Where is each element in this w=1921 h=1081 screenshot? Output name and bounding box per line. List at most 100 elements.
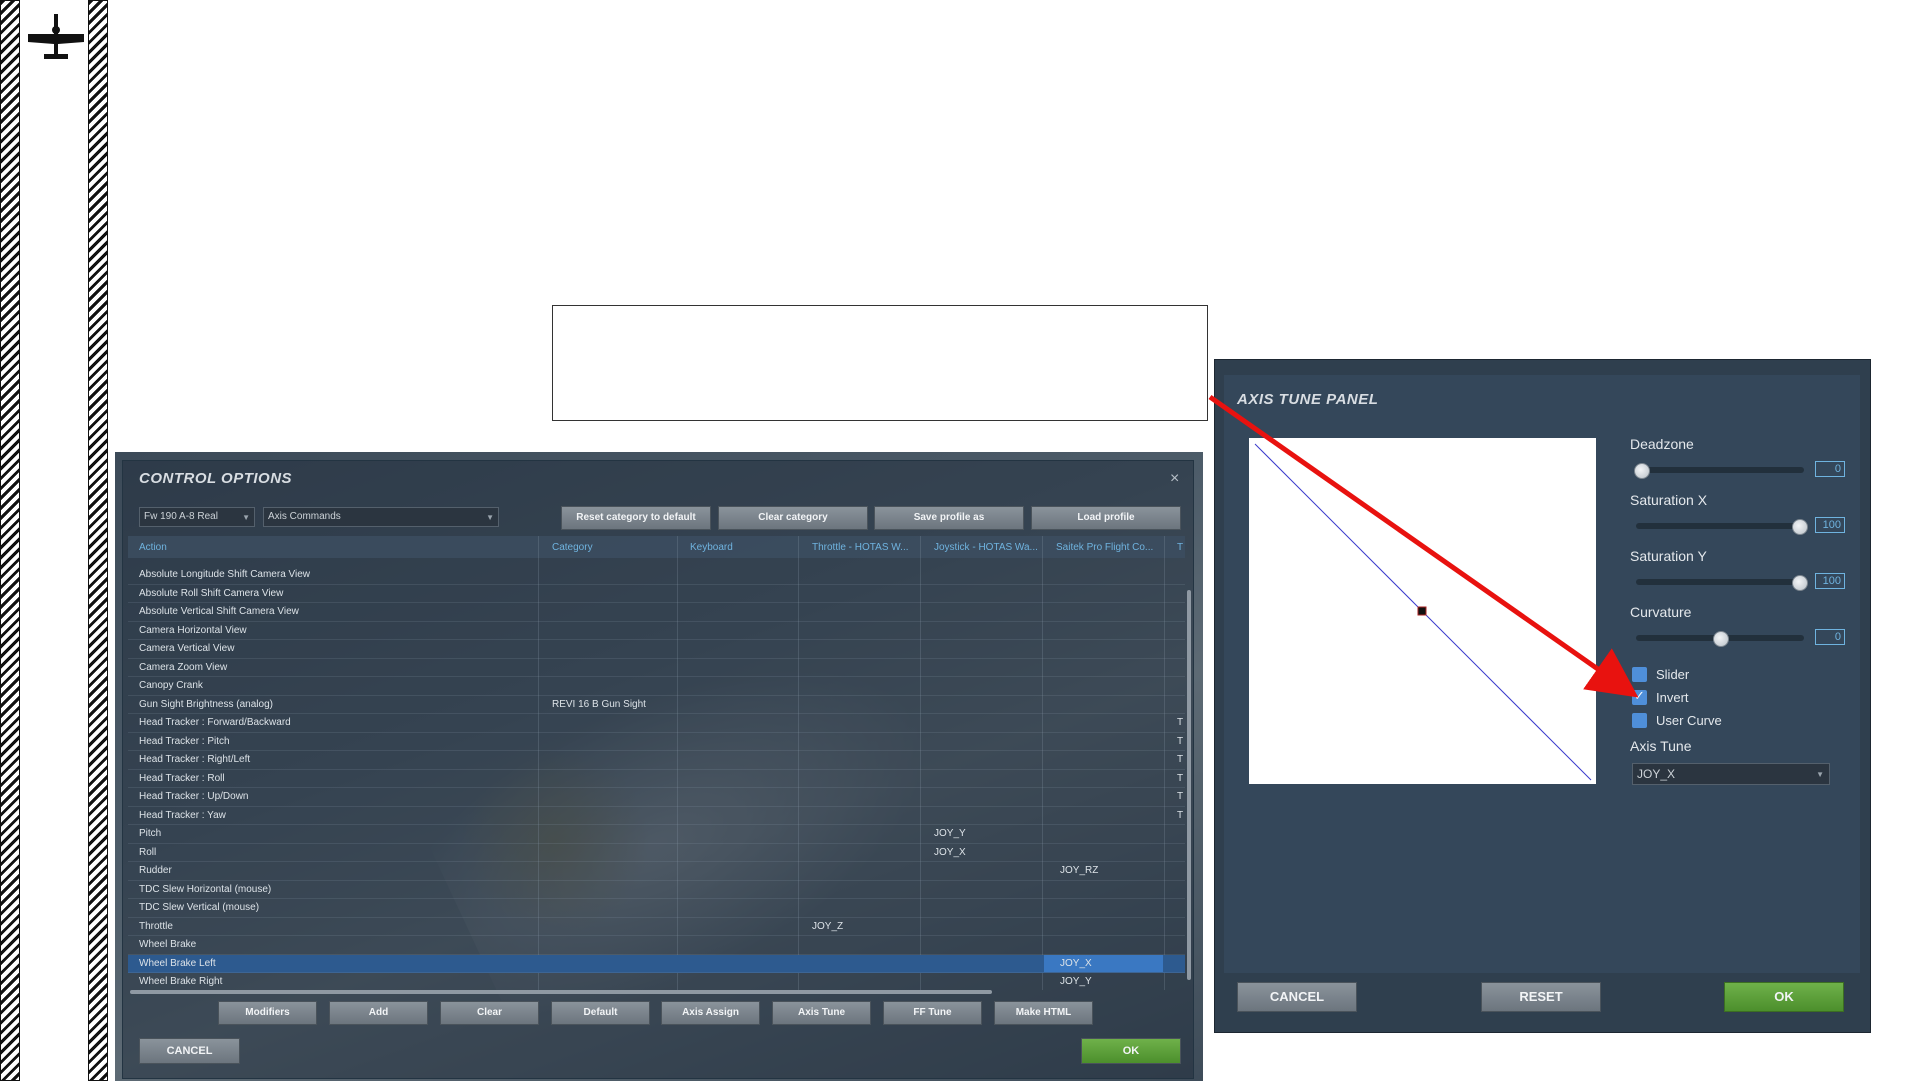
- invert-checkbox[interactable]: [1632, 688, 1647, 705]
- cell-action[interactable]: Head Tracker : Yaw: [139, 810, 226, 821]
- horizontal-scrollbar[interactable]: [130, 990, 992, 994]
- table-row[interactable]: Canopy Crank: [128, 677, 1185, 696]
- cell-saitek[interactable]: JOY_X: [1060, 958, 1092, 969]
- column-header[interactable]: Throttle - HOTAS W...: [812, 542, 909, 553]
- cell-action[interactable]: Absolute Vertical Shift Camera View: [139, 606, 299, 617]
- default-button[interactable]: Default: [551, 1001, 650, 1025]
- category-select[interactable]: Axis Commands ▼: [263, 507, 499, 527]
- cell-t[interactable]: T: [1177, 773, 1183, 784]
- column-header[interactable]: Action: [139, 542, 167, 553]
- axis-tune-ok-button[interactable]: OK: [1724, 982, 1844, 1012]
- curvature-slider-knob[interactable]: [1713, 631, 1729, 647]
- table-row[interactable]: Wheel Brake: [128, 936, 1185, 955]
- column-header[interactable]: Keyboard: [690, 542, 733, 553]
- axis-assign-button[interactable]: Axis Assign: [661, 1001, 760, 1025]
- table-row[interactable]: Head Tracker : Yaw T: [128, 807, 1185, 825]
- cell-throttle[interactable]: JOY_Z: [812, 921, 843, 932]
- cell-saitek[interactable]: JOY_Y: [1060, 976, 1092, 987]
- cell-action[interactable]: Canopy Crank: [139, 680, 203, 691]
- axis-tune-select[interactable]: JOY_X ▼: [1632, 763, 1830, 785]
- column-header[interactable]: Category: [552, 542, 593, 553]
- cell-t[interactable]: T: [1177, 791, 1183, 802]
- cell-joystick[interactable]: JOY_Y: [934, 828, 966, 839]
- table-row[interactable]: TDC Slew Vertical (mouse): [128, 899, 1185, 918]
- table-row[interactable]: Head Tracker : Up/Down T: [128, 788, 1185, 807]
- table-row[interactable]: Head Tracker : Right/Left T: [128, 751, 1185, 770]
- cell-action[interactable]: Roll: [139, 847, 156, 858]
- vertical-scrollbar[interactable]: [1187, 590, 1191, 980]
- table-row[interactable]: Wheel Brake Left JOY_X: [128, 954, 1185, 973]
- table-row[interactable]: Gun Sight Brightness (analog) REVI 16 B G…: [128, 696, 1185, 714]
- saturation-y-value[interactable]: 100: [1815, 573, 1845, 589]
- cell-t[interactable]: T: [1177, 810, 1183, 821]
- table-row[interactable]: Camera Vertical View: [128, 640, 1185, 659]
- table-row[interactable]: Camera Zoom View: [128, 659, 1185, 677]
- table-row[interactable]: Absolute Roll Shift Camera View: [128, 585, 1185, 603]
- user-curve-checkbox[interactable]: [1632, 713, 1647, 728]
- cell-action[interactable]: Camera Vertical View: [139, 643, 234, 654]
- table-row[interactable]: Absolute Longitude Shift Camera View: [128, 566, 1185, 585]
- saturation-x-slider-knob[interactable]: [1792, 519, 1808, 535]
- table-row[interactable]: Camera Horizontal View: [128, 622, 1185, 640]
- cell-action[interactable]: Head Tracker : Pitch: [139, 736, 230, 747]
- table-row[interactable]: Head Tracker : Pitch T: [128, 733, 1185, 751]
- cell-t[interactable]: T: [1177, 717, 1183, 728]
- saturation-y-slider-knob[interactable]: [1792, 575, 1808, 591]
- cell-action[interactable]: Camera Horizontal View: [139, 625, 247, 636]
- saturation-y-slider-track[interactable]: [1636, 579, 1804, 585]
- table-row[interactable]: Pitch JOY_Y: [128, 825, 1185, 844]
- aircraft-select[interactable]: Fw 190 A-8 Real ▼: [139, 507, 255, 527]
- table-row[interactable]: Wheel Brake Right JOY_Y: [128, 973, 1185, 990]
- cell-action[interactable]: Throttle: [139, 921, 173, 932]
- modifiers-button[interactable]: Modifiers: [218, 1001, 317, 1025]
- column-header[interactable]: T: [1177, 542, 1183, 553]
- deadzone-slider-knob[interactable]: [1634, 463, 1650, 479]
- cell-action[interactable]: Camera Zoom View: [139, 662, 227, 673]
- cell-action[interactable]: Wheel Brake Right: [139, 976, 222, 987]
- table-row[interactable]: Head Tracker : Forward/Backward T: [128, 714, 1185, 733]
- make-html-button[interactable]: Make HTML: [994, 1001, 1093, 1025]
- column-header[interactable]: Saitek Pro Flight Co...: [1056, 542, 1153, 553]
- load-profile-button[interactable]: Load profile: [1031, 506, 1181, 530]
- axis-tune-button[interactable]: Axis Tune: [772, 1001, 871, 1025]
- saturation-x-value[interactable]: 100: [1815, 517, 1845, 533]
- axis-tune-cancel-button[interactable]: CANCEL: [1237, 982, 1357, 1012]
- clear-button[interactable]: Clear: [440, 1001, 539, 1025]
- table-row[interactable]: Throttle JOY_Z: [128, 918, 1185, 936]
- cell-action[interactable]: TDC Slew Horizontal (mouse): [139, 884, 271, 895]
- table-row[interactable]: Roll JOY_X: [128, 844, 1185, 862]
- cell-saitek[interactable]: JOY_RZ: [1060, 865, 1098, 876]
- cell-action[interactable]: Head Tracker : Roll: [139, 773, 225, 784]
- deadzone-slider-track[interactable]: [1636, 467, 1804, 473]
- table-row[interactable]: TDC Slew Horizontal (mouse): [128, 881, 1185, 899]
- cell-action[interactable]: Head Tracker : Forward/Backward: [139, 717, 291, 728]
- close-icon[interactable]: ×: [1170, 470, 1179, 488]
- cell-action[interactable]: Head Tracker : Up/Down: [139, 791, 249, 802]
- add-button[interactable]: Add: [329, 1001, 428, 1025]
- ok-button[interactable]: OK: [1081, 1038, 1181, 1064]
- cancel-button[interactable]: CANCEL: [139, 1038, 240, 1064]
- reset-category-button[interactable]: Reset category to default: [561, 506, 711, 530]
- table-row[interactable]: Absolute Vertical Shift Camera View: [128, 603, 1185, 622]
- cell-action[interactable]: Wheel Brake Left: [139, 958, 216, 969]
- cell-action[interactable]: Absolute Longitude Shift Camera View: [139, 569, 310, 580]
- slider-checkbox[interactable]: [1632, 667, 1647, 682]
- ff-tune-button[interactable]: FF Tune: [883, 1001, 982, 1025]
- axis-tune-reset-button[interactable]: RESET: [1481, 982, 1601, 1012]
- cell-action[interactable]: Head Tracker : Right/Left: [139, 754, 250, 765]
- cell-action[interactable]: Absolute Roll Shift Camera View: [139, 588, 283, 599]
- deadzone-value[interactable]: 0: [1815, 461, 1845, 477]
- cell-action[interactable]: Pitch: [139, 828, 161, 839]
- table-row[interactable]: Rudder JOY_RZ: [128, 862, 1185, 881]
- curvature-value[interactable]: 0: [1815, 629, 1845, 645]
- cell-category[interactable]: REVI 16 B Gun Sight: [552, 699, 646, 710]
- column-header[interactable]: Joystick - HOTAS Wa...: [934, 542, 1038, 553]
- cell-action[interactable]: Rudder: [139, 865, 172, 876]
- saturation-x-slider-track[interactable]: [1636, 523, 1804, 529]
- cell-action[interactable]: Wheel Brake: [139, 939, 196, 950]
- cell-action[interactable]: TDC Slew Vertical (mouse): [139, 902, 259, 913]
- cell-action[interactable]: Gun Sight Brightness (analog): [139, 699, 273, 710]
- clear-category-button[interactable]: Clear category: [718, 506, 868, 530]
- cell-joystick[interactable]: JOY_X: [934, 847, 966, 858]
- cell-t[interactable]: T: [1177, 754, 1183, 765]
